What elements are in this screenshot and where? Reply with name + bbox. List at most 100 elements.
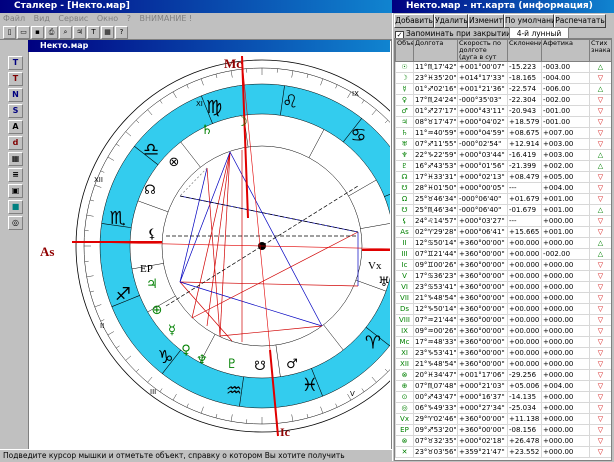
menu-service[interactable]: Сервис xyxy=(58,14,88,23)
table-row[interactable]: ⊙00°♐43'47"+000°16'37"-14.135+000.00▽ xyxy=(396,392,612,403)
menu-file[interactable]: Файл xyxy=(3,14,25,23)
table-row[interactable]: ♂01°♐27'17"+000°43'11"-20.943-001.00▽ xyxy=(396,106,612,117)
object-symbol: ⊗ xyxy=(396,370,414,381)
table-cell: 20°♓34'47" xyxy=(414,370,458,381)
menu-attention[interactable]: ВНИМАНИЕ ! xyxy=(139,14,192,23)
table-cell: 09°♊00'26" xyxy=(414,260,458,271)
table-row[interactable]: EP09°♐53'20"+360°00'00"-08.156+000.00▽ xyxy=(396,425,612,436)
tool-a-icon[interactable]: A xyxy=(8,120,23,134)
tool-n-icon[interactable]: N xyxy=(8,88,23,102)
add-button[interactable]: Добавить xyxy=(394,14,434,28)
table-row[interactable]: III07°♊21'44"+360°00'00"+00.000-002.00△ xyxy=(396,249,612,260)
table-row[interactable]: VII21°♑48'54"+360°00'00"+00.000+000.00▽ xyxy=(396,293,612,304)
table-cell: 23°♓35'20" xyxy=(414,73,458,84)
zodiac-sign-icon: ♌ xyxy=(282,92,298,113)
table-row[interactable]: ♄11°♒40'59"+000°04'59"+08.675+007.00▽ xyxy=(396,128,612,139)
tool-grid-icon[interactable]: ▦ xyxy=(8,152,23,166)
default-button[interactable]: По умолчанию xyxy=(504,14,554,28)
table-cell: +23.552 xyxy=(508,447,542,458)
table-cell: +002.00 xyxy=(542,161,590,172)
open-icon[interactable]: ▭ xyxy=(17,26,30,39)
table-row[interactable]: ◎06°♑49'33"+000°27'34"-25.034+000.00▽ xyxy=(396,403,612,414)
table-cell: 09°♐53'20" xyxy=(414,425,458,436)
new-icon[interactable]: ▯ xyxy=(3,26,16,39)
table-row[interactable]: ⚸24°♌14'57"+000°03'27"---+000.00▽ xyxy=(396,216,612,227)
table-row[interactable]: ☋25°♏46'34"-000°06'40"-01.679+001.00△ xyxy=(396,205,612,216)
tool-square-icon[interactable]: ■ xyxy=(8,200,23,214)
col-object[interactable]: Объе xyxy=(396,40,414,62)
print-icon[interactable]: ⎙ xyxy=(45,26,58,39)
table-row[interactable]: ☊17°♓33'31"+000°02'13"+08.479+005.00▽ xyxy=(396,172,612,183)
table-row[interactable]: XII21°♑48'54"+360°00'00"+00.000+000.00▽ xyxy=(396,359,612,370)
table-row[interactable]: V17°♋36'23"+360°00'00"+00.000+000.00▽ xyxy=(396,271,612,282)
text-icon[interactable]: T xyxy=(87,26,100,39)
natal-chart[interactable]: Mc Ic As Vx EP ♋♊♉♈♓♒♑♐♏♎♍♌ ♄ ☽ ⊗ ☊ ♃ ⊕ … xyxy=(28,52,390,448)
triangle-down-icon: ▽ xyxy=(590,425,612,436)
triangle-up-icon: △ xyxy=(590,238,612,249)
table-cell: 21°♑48'54" xyxy=(414,359,458,370)
table-row[interactable]: ☋28°♓01'50"+000°00'05"---+004.00▽ xyxy=(396,183,612,194)
table-cell: -21.399 xyxy=(508,161,542,172)
table-cell: 24°♌14'57" xyxy=(414,216,458,227)
table-cell: +000°04'02" xyxy=(458,117,508,128)
table-row[interactable]: ☿01°♐02'16"+001°21'36"-22.574-006.00△ xyxy=(396,84,612,95)
tool-lines-icon[interactable]: ≡ xyxy=(8,168,23,182)
table-row[interactable]: Mc17°♒48'33"+360°00'00"+00.000+000.00▽ xyxy=(396,337,612,348)
table-row[interactable]: ✕23°♉03'56"+359°21'47"+23.552+000.00▽ xyxy=(396,447,612,458)
grid-icon[interactable]: ▦ xyxy=(101,26,114,39)
tool-wheel-icon[interactable]: ◎ xyxy=(8,216,23,230)
menu-view[interactable]: Вид xyxy=(34,14,50,23)
vx-label: Vx xyxy=(368,260,382,272)
table-row[interactable]: ♀17°♏24'24"-000°35'03"-22.304-002.00▽ xyxy=(396,95,612,106)
table-row[interactable]: XI23°♑53'41"+360°00'00"+00.000+000.00▽ xyxy=(396,348,612,359)
table-row[interactable]: ♃08°♉17'47"+000°04'02"+18.579-001.00▽ xyxy=(396,117,612,128)
table-row[interactable]: VI23°♋53'41"+360°00'00"+00.000+000.00▽ xyxy=(396,282,612,293)
table-cell: -000°06'40" xyxy=(458,205,508,216)
col-afetika[interactable]: Афетика xyxy=(542,40,590,62)
col-element[interactable]: Стих знака xyxy=(590,40,612,62)
table-row[interactable]: ⊕07°♏07'48"+000°21'03"+05.006+004.00▽ xyxy=(396,381,612,392)
menu-window[interactable]: Окно xyxy=(97,14,118,23)
table-row[interactable]: Vx29°♈02'46"+360°00'00"+11.138+000.00▽ xyxy=(396,414,612,425)
info-table[interactable]: Объе Долгота Скорость по долготе (дуга в… xyxy=(394,38,612,461)
menu-help[interactable]: ? xyxy=(127,14,131,23)
table-row[interactable]: VIII07°♒21'44"+360°00'00"+00.000+000.00▽ xyxy=(396,315,612,326)
symbol-icon[interactable]: ♃ xyxy=(73,26,86,39)
triangle-down-icon: ▽ xyxy=(590,348,612,359)
table-row[interactable]: ♅07°♐11'55"-000°02'54"+12.914+003.00▽ xyxy=(396,139,612,150)
col-speed[interactable]: Скорость по долготе (дуга в сут xyxy=(458,40,508,62)
save-icon[interactable]: ▪ xyxy=(31,26,44,39)
tool-s-icon[interactable]: S xyxy=(8,104,23,118)
table-row[interactable]: Ic09°♊00'26"+360°00'00"+00.000+000.00▽ xyxy=(396,260,612,271)
help-icon[interactable]: ? xyxy=(115,26,128,39)
table-row[interactable]: ☉11°♏17'42"+001°00'07"-15.223-003.00△ xyxy=(396,62,612,73)
col-declination[interactable]: Склонение xyxy=(508,40,542,62)
object-symbol: ⊗ xyxy=(396,436,414,447)
table-cell: 23°♉03'56" xyxy=(414,447,458,458)
chart-window-titlebar: Некто.мар xyxy=(28,40,390,52)
tool-t2-icon[interactable]: T xyxy=(8,72,23,86)
delete-button[interactable]: Удалить xyxy=(434,14,468,28)
print-button[interactable]: Распечатать xyxy=(554,14,606,28)
edit-button[interactable]: Изменить xyxy=(468,14,504,28)
table-cell: 12°♋50'14" xyxy=(414,238,458,249)
table-row[interactable]: Ω25°♉46'34"-000°06'40"+01.679+001.00▽ xyxy=(396,194,612,205)
zoom-icon[interactable]: ⌕ xyxy=(59,26,72,39)
table-row[interactable]: II12°♋50'14"+360°00'00"+00.000+000.00△ xyxy=(396,238,612,249)
table-row[interactable]: ⊗20°♓34'47"+001°17'06"-29.256+000.00▽ xyxy=(396,370,612,381)
tool-d-icon[interactable]: d xyxy=(8,136,23,150)
table-row[interactable]: ⊗07°♉32'35"+000°02'18"+26.478+000.00▽ xyxy=(396,436,612,447)
object-symbol: ◎ xyxy=(396,403,414,414)
table-row[interactable]: IX09°♒00'26"+360°00'00"+00.000+000.00▽ xyxy=(396,326,612,337)
table-cell: +000.00 xyxy=(542,282,590,293)
table-row[interactable]: As02°♈29'28"+000°06'41"+15.665+001.00▽ xyxy=(396,227,612,238)
tool-t1-icon[interactable]: T xyxy=(8,56,23,70)
table-row[interactable]: ♇16°♐43'53"+000°01'56"-21.399+002.00△ xyxy=(396,161,612,172)
table-cell: +18.579 xyxy=(508,117,542,128)
table-row[interactable]: ☽23°♓35'20"+014°17'33"-18.165-004.00▽ xyxy=(396,73,612,84)
col-longitude[interactable]: Долгота xyxy=(414,40,458,62)
tool-box-icon[interactable]: ▣ xyxy=(8,184,23,198)
table-cell: -001.00 xyxy=(542,117,590,128)
table-row[interactable]: Ds12°♑50'14"+360°00'00"+00.000+000.00▽ xyxy=(396,304,612,315)
table-row[interactable]: ♆22°♑22'59"+000°03'44"-16.419+003.00△ xyxy=(396,150,612,161)
